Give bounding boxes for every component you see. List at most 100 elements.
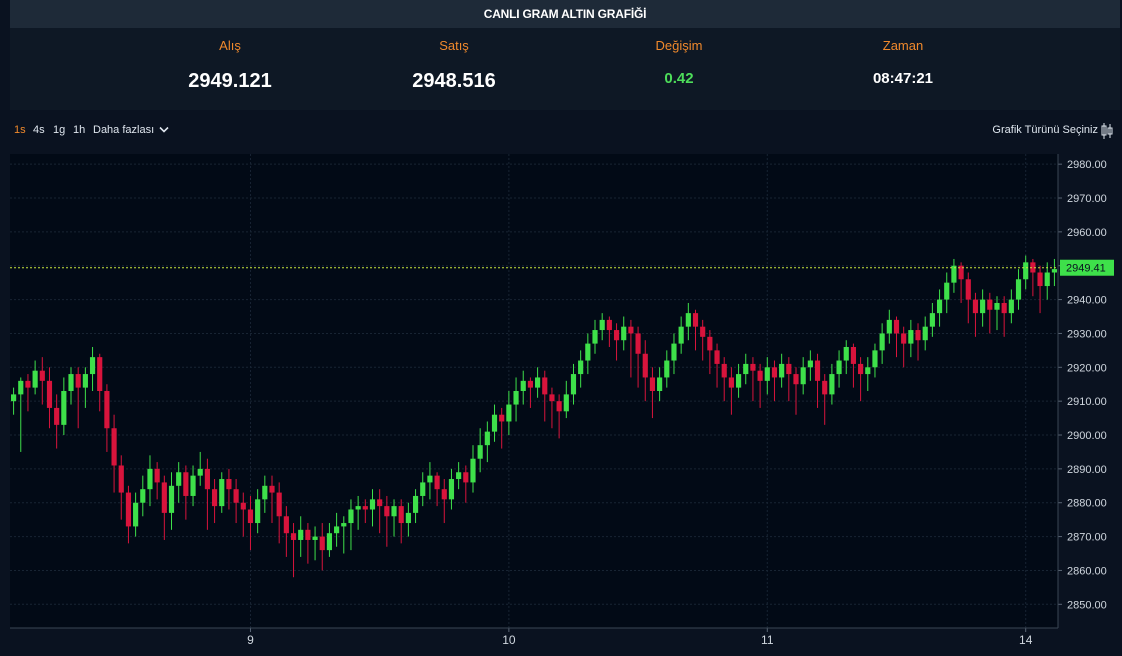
candle-body[interactable]: [441, 489, 447, 500]
candle-body[interactable]: [54, 407, 60, 425]
candle-body[interactable]: [133, 502, 139, 527]
candle-body[interactable]: [764, 367, 770, 381]
candle-body[interactable]: [757, 370, 763, 381]
candle-body[interactable]: [506, 404, 512, 422]
candle-body[interactable]: [61, 391, 67, 425]
candle-body[interactable]: [743, 363, 749, 375]
candle-body[interactable]: [247, 509, 254, 524]
candle-body[interactable]: [786, 363, 792, 375]
candle-body[interactable]: [649, 377, 656, 391]
timeframe-4s[interactable]: 4s: [33, 124, 45, 136]
candle-body[interactable]: [391, 506, 397, 517]
candle-body[interactable]: [807, 360, 813, 368]
candle-body[interactable]: [707, 336, 713, 351]
candle-body[interactable]: [922, 326, 928, 341]
candlestick-icon[interactable]: [1100, 122, 1114, 140]
candle-body[interactable]: [779, 363, 785, 378]
candle-body[interactable]: [721, 363, 727, 378]
candle-body[interactable]: [1023, 262, 1029, 280]
candle-body[interactable]: [355, 506, 361, 510]
candle-body[interactable]: [484, 431, 490, 446]
candle-body[interactable]: [570, 374, 577, 395]
candle-body[interactable]: [190, 475, 196, 496]
candle-body[interactable]: [283, 516, 289, 534]
candle-body[interactable]: [628, 326, 634, 334]
candle-body[interactable]: [398, 506, 404, 524]
timeframe-1g[interactable]: 1g: [53, 124, 65, 136]
candle-body[interactable]: [728, 377, 734, 388]
candle-body[interactable]: [606, 319, 612, 331]
candle-body[interactable]: [714, 350, 720, 364]
candle-body[interactable]: [936, 299, 943, 314]
candle-body[interactable]: [858, 363, 864, 375]
candle-body[interactable]: [89, 357, 96, 375]
candle-body[interactable]: [204, 468, 210, 490]
candle-body[interactable]: [1015, 279, 1022, 300]
candle-body[interactable]: [298, 529, 304, 540]
candle-body[interactable]: [456, 472, 462, 480]
candle-body[interactable]: [915, 330, 921, 341]
candle-body[interactable]: [621, 326, 627, 341]
candle-body[interactable]: [549, 394, 555, 402]
candle-body[interactable]: [836, 360, 842, 375]
candle-body[interactable]: [965, 279, 971, 300]
candle-body[interactable]: [233, 489, 239, 503]
candle-body[interactable]: [290, 533, 297, 540]
candle-body[interactable]: [822, 380, 828, 395]
candle-body[interactable]: [908, 330, 914, 344]
candle-body[interactable]: [872, 350, 878, 368]
candle-body[interactable]: [865, 367, 871, 375]
chart-type-selector[interactable]: Grafik Türünü Seçiniz: [992, 124, 1098, 136]
candle-body[interactable]: [1051, 269, 1057, 273]
candle-body[interactable]: [657, 377, 663, 391]
candle-body[interactable]: [814, 360, 821, 381]
candle-body[interactable]: [75, 374, 81, 388]
candle-body[interactable]: [111, 428, 117, 466]
candle-body[interactable]: [226, 479, 232, 490]
candle-body[interactable]: [341, 523, 347, 527]
candle-body[interactable]: [405, 512, 411, 524]
candle-body[interactable]: [219, 479, 225, 507]
candle-body[interactable]: [32, 370, 38, 388]
candle-body[interactable]: [470, 458, 476, 483]
candle-body[interactable]: [987, 299, 993, 310]
candle-body[interactable]: [434, 475, 440, 490]
candle-body[interactable]: [535, 377, 541, 388]
candle-body[interactable]: [664, 360, 670, 378]
candle-body[interactable]: [168, 485, 175, 513]
timeframe-1s[interactable]: 1s: [14, 124, 26, 136]
candle-body[interactable]: [1008, 299, 1014, 314]
candle-body[interactable]: [176, 472, 182, 486]
candle-body[interactable]: [39, 370, 45, 381]
candle-body[interactable]: [154, 468, 160, 483]
candle-body[interactable]: [929, 313, 935, 327]
candle-body[interactable]: [563, 394, 569, 412]
candle-body[interactable]: [685, 313, 691, 327]
candle-body[interactable]: [527, 380, 533, 388]
candle-body[interactable]: [25, 380, 31, 388]
candle-body[interactable]: [312, 536, 318, 540]
candle-body[interactable]: [491, 414, 498, 432]
candle-body[interactable]: [843, 346, 849, 361]
candle-body[interactable]: [369, 499, 376, 510]
candle-body[interactable]: [613, 330, 620, 341]
candle-body[interactable]: [678, 326, 684, 344]
candle-body[interactable]: [420, 482, 426, 496]
candle-body[interactable]: [771, 367, 778, 378]
candle-body[interactable]: [635, 333, 641, 354]
candle-body[interactable]: [556, 401, 562, 412]
candle-body[interactable]: [800, 367, 806, 385]
candle-body[interactable]: [412, 495, 419, 513]
candle-body[interactable]: [1001, 302, 1007, 314]
candle-body[interactable]: [994, 302, 1000, 310]
candle-body[interactable]: [520, 380, 526, 391]
candle-body[interactable]: [97, 357, 103, 391]
candle-body[interactable]: [692, 313, 699, 327]
candle-body[interactable]: [118, 465, 124, 493]
candle-body[interactable]: [125, 492, 132, 527]
candle-body[interactable]: [269, 485, 275, 493]
candle-body[interactable]: [82, 374, 88, 388]
candlestick-chart[interactable]: 2980.002970.002960.002950.002940.002930.…: [0, 150, 1122, 656]
timeframe-1h[interactable]: 1h: [73, 124, 85, 136]
candle-body[interactable]: [951, 265, 957, 283]
